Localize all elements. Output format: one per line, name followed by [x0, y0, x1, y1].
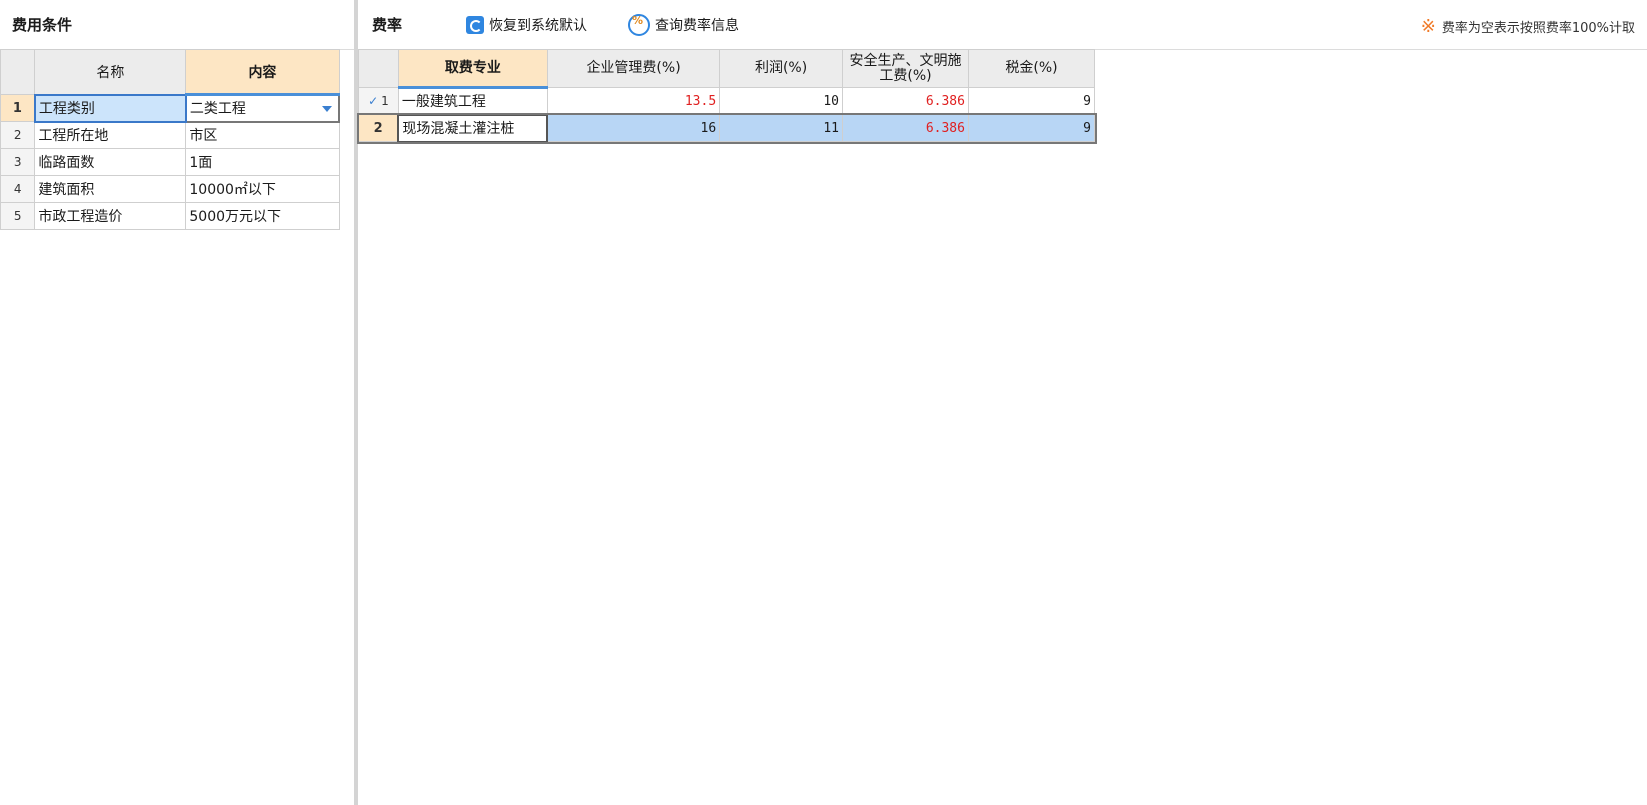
fee-rate-title: 费率 — [372, 16, 403, 34]
fee-conditions-title: 费用条件 — [12, 16, 73, 34]
restore-icon — [466, 16, 484, 34]
check-icon: ✓ — [368, 94, 379, 108]
column-header-mgmt[interactable]: 企业管理费(%) — [546, 49, 721, 88]
row-number: 3 — [0, 148, 36, 176]
profit-rate-cell[interactable]: 11 — [719, 114, 843, 142]
condition-name[interactable]: 工程所在地 — [34, 121, 187, 149]
safety-header-line2: 工费(%) — [879, 67, 932, 84]
corner-header — [0, 49, 36, 95]
row-number: 4 — [0, 175, 36, 203]
tax-rate-cell[interactable]: 9 — [967, 114, 1096, 142]
safety-rate-cell[interactable]: 6.386 — [841, 114, 969, 142]
fee-rate-table: 取费专业 企业管理费(%) 利润(%) 安全生产、文明施 工费(%) 税金(%)… — [356, 49, 1097, 144]
condition-name[interactable]: 工程类别 — [33, 93, 187, 123]
corner-header — [358, 49, 399, 88]
table-row[interactable]: ✓ 1 一般建筑工程 13.5 10 6.386 9 — [358, 87, 1096, 115]
column-header-tax[interactable]: 税金(%) — [967, 49, 1096, 88]
specialty-cell[interactable]: 现场混凝土灌注桩 — [397, 113, 549, 143]
row-number-text: 1 — [381, 94, 389, 108]
condition-value[interactable]: 10000㎡以下 — [185, 175, 340, 203]
table-row[interactable]: 2 现场混凝土灌注桩 16 11 6.386 9 — [356, 112, 1097, 144]
condition-name[interactable]: 临路面数 — [34, 148, 187, 176]
rate-search-icon — [628, 14, 650, 36]
restore-default-label: 恢复到系统默认 — [489, 18, 587, 34]
table-row[interactable]: 5 市政工程造价 5000万元以下 — [0, 202, 340, 230]
row-number: 5 — [0, 202, 36, 230]
row-number: 2 — [0, 121, 36, 149]
rate-notice: ※ 费率为空表示按照费率100%计取 — [1421, 16, 1635, 37]
safety-rate-cell[interactable]: 6.386 — [841, 87, 969, 115]
fee-conditions-table: 名称 内容 1 工程类别 二类工程 2 工程所在地 市区 3 临路面数 1面 4… — [0, 49, 341, 230]
column-header-profit[interactable]: 利润(%) — [719, 49, 843, 88]
row-number: 2 — [358, 114, 399, 142]
notice-mark-icon: ※ — [1420, 16, 1436, 37]
table-row[interactable]: 3 临路面数 1面 — [0, 148, 340, 176]
table-row[interactable]: 1 工程类别 二类工程 — [0, 93, 341, 123]
restore-default-button[interactable]: 恢复到系统默认 — [466, 14, 587, 36]
condition-value[interactable]: 1面 — [185, 148, 340, 176]
query-rate-label: 查询费率信息 — [655, 18, 739, 34]
mgmt-rate-cell[interactable]: 13.5 — [546, 87, 721, 115]
query-rate-button[interactable]: 查询费率信息 — [628, 14, 739, 36]
table-row[interactable]: 4 建筑面积 10000㎡以下 — [0, 175, 340, 203]
notice-text: 费率为空表示按照费率100%计取 — [1441, 21, 1635, 36]
column-header-safety[interactable]: 安全生产、文明施 工费(%) — [841, 49, 969, 88]
condition-value[interactable]: 市区 — [185, 121, 340, 149]
condition-value[interactable]: 5000万元以下 — [185, 202, 340, 230]
mgmt-rate-cell[interactable]: 16 — [546, 114, 721, 142]
column-header-name[interactable]: 名称 — [34, 49, 187, 95]
fee-conditions-header: 费用条件 — [0, 0, 354, 50]
row-number: 1 — [0, 94, 36, 122]
condition-name[interactable]: 建筑面积 — [34, 175, 187, 203]
tax-rate-cell[interactable]: 9 — [967, 87, 1096, 115]
fee-rate-header: 费率 恢复到系统默认 查询费率信息 ※ 费率为空表示按照费率100%计取 — [358, 0, 1647, 50]
dropdown-arrow-icon[interactable] — [322, 106, 332, 112]
condition-value-dropdown[interactable]: 二类工程 — [184, 93, 341, 123]
fee-conditions-panel: 费用条件 名称 内容 1 工程类别 二类工程 2 工程所在地 市区 3 临路面数… — [0, 0, 358, 805]
column-header-specialty[interactable]: 取费专业 — [397, 49, 548, 89]
specialty-cell[interactable]: 一般建筑工程 — [397, 87, 548, 115]
fee-rate-panel: 费率 恢复到系统默认 查询费率信息 ※ 费率为空表示按照费率100%计取 取费专… — [356, 0, 1647, 805]
table-row[interactable]: 2 工程所在地 市区 — [0, 121, 340, 149]
condition-name[interactable]: 市政工程造价 — [34, 202, 187, 230]
safety-header-line1: 安全生产、文明施 — [849, 52, 962, 69]
row-number: ✓ 1 — [358, 87, 399, 115]
column-header-content[interactable]: 内容 — [185, 49, 340, 96]
profit-rate-cell[interactable]: 10 — [719, 87, 843, 115]
condition-value: 二类工程 — [189, 101, 246, 118]
